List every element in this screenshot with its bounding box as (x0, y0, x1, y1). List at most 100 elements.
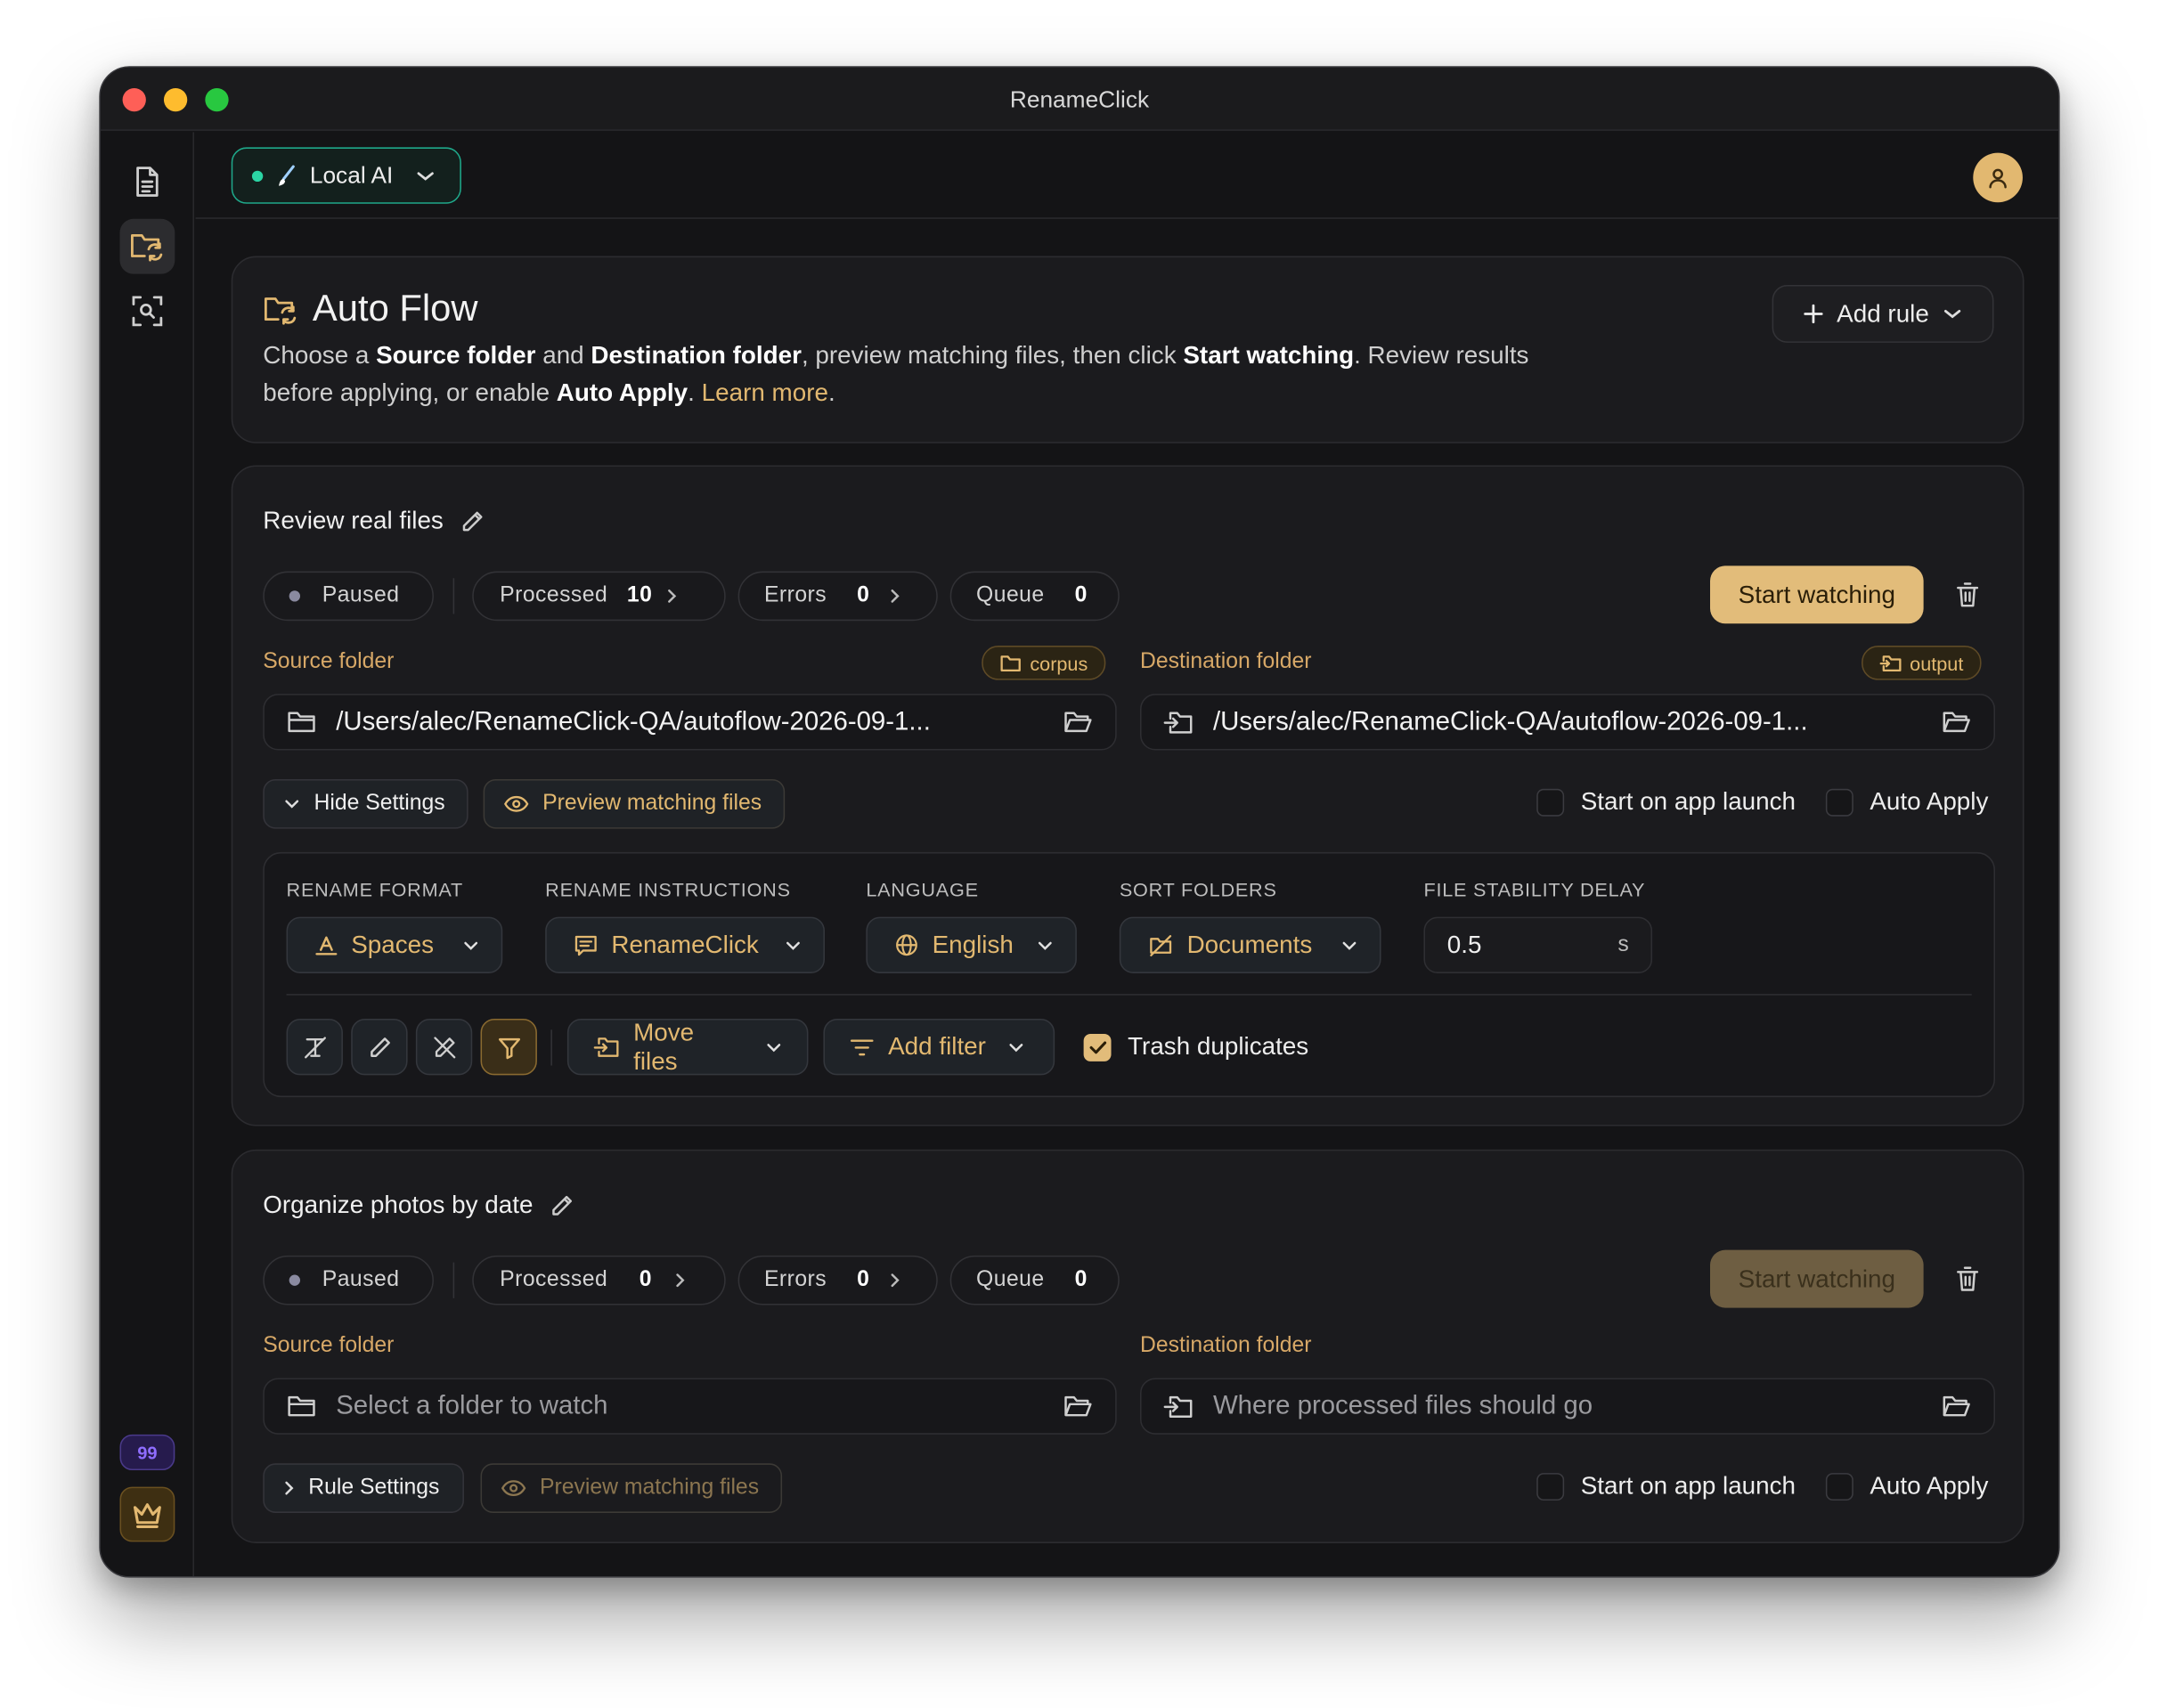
chevron-right-icon (889, 588, 900, 605)
pencil-icon (367, 1035, 392, 1060)
queue-pill: Queue 0 (949, 1255, 1120, 1305)
file-stability-delay-input[interactable]: 0.5 s (1423, 916, 1653, 973)
move-files-dropdown[interactable]: Move files (566, 1018, 809, 1076)
page-title-text: Auto Flow (312, 288, 478, 329)
upgrade-button[interactable] (119, 1486, 175, 1542)
destination-folder-path: /Users/alec/RenameClick-QA/autoflow-2026… (1212, 706, 1808, 736)
title-bar: RenameClick (100, 67, 2059, 131)
chevron-right-icon (674, 1272, 685, 1289)
notification-badge[interactable]: 99 (119, 1434, 175, 1471)
model-selector[interactable]: Local AI (231, 147, 461, 204)
no-rename-toggle[interactable] (286, 1018, 343, 1076)
auto-flow-intro-card: Auto Flow Choose a Source folder and Des… (231, 256, 2025, 443)
folder-open-icon[interactable] (1063, 1394, 1093, 1419)
processed-pill[interactable]: Processed 0 (472, 1255, 726, 1305)
desc-emphasis: Start watching (1183, 341, 1355, 370)
processed-pill[interactable]: Processed 10 (472, 571, 726, 622)
errors-pill[interactable]: Errors 0 (737, 571, 938, 622)
rename-off-icon (302, 1035, 327, 1060)
processed-label: Processed (500, 1267, 608, 1292)
source-folder-field[interactable]: Select a folder to watch (263, 1378, 1117, 1435)
source-tag[interactable]: corpus (982, 646, 1106, 680)
destination-tag[interactable]: output (1862, 646, 1982, 680)
chevron-right-icon (889, 1272, 900, 1289)
edit-pencil-icon[interactable] (550, 1193, 574, 1218)
language-label: LANGUAGE (866, 878, 979, 901)
user-avatar[interactable] (1973, 152, 2023, 203)
auto-apply-checkbox[interactable]: Auto Apply (1825, 787, 1988, 816)
eye-icon (504, 795, 529, 813)
language-dropdown[interactable]: English (866, 916, 1077, 973)
checkbox-box[interactable] (1536, 1472, 1565, 1501)
preview-label: Preview matching files (539, 1476, 760, 1500)
rename-instructions-dropdown[interactable]: RenameClick (545, 916, 825, 973)
folder-slash-icon (1148, 934, 1173, 956)
folder-icon (287, 1394, 317, 1419)
status-label: Paused (322, 1267, 400, 1292)
preview-matching-files-button[interactable]: Preview matching files (480, 1463, 783, 1513)
processed-label: Processed (500, 583, 608, 607)
sort-folders-label: SORT FOLDERS (1119, 878, 1277, 901)
move-files-label: Move files (633, 1018, 695, 1075)
desc-emphasis: Destination folder (591, 341, 802, 370)
errors-pill[interactable]: Errors 0 (737, 1255, 938, 1305)
desc-text: Choose a (263, 341, 377, 370)
rename-toggle[interactable] (351, 1018, 408, 1076)
divider (550, 1029, 552, 1066)
hide-settings-button[interactable]: Hide Settings (263, 778, 468, 829)
destination-tag-label: output (1910, 651, 1964, 674)
trash-duplicates-checkbox[interactable]: Trash duplicates (1083, 1032, 1308, 1061)
add-rule-button[interactable]: Add rule (1772, 285, 1994, 343)
folder-sync-icon (263, 293, 298, 326)
rule-settings-button[interactable]: Rule Settings (263, 1463, 464, 1513)
preview-matching-files-button[interactable]: Preview matching files (483, 778, 786, 829)
rename-instructions-label: RENAME INSTRUCTIONS (545, 878, 791, 901)
trash-icon[interactable] (1951, 578, 1984, 611)
status-label: Paused (322, 583, 400, 607)
source-folder-field[interactable]: /Users/alec/RenameClick-QA/autoflow-2026… (263, 694, 1117, 751)
start-watching-button[interactable]: Start watching (1710, 565, 1924, 624)
folder-icon (287, 710, 317, 735)
document-icon (132, 166, 162, 199)
learn-more-link[interactable]: Learn more (702, 378, 828, 406)
sidebar-item-auto-flow[interactable] (119, 218, 175, 274)
source-folder-path: /Users/alec/RenameClick-QA/autoflow-2026… (336, 706, 931, 736)
folder-sync-icon (129, 230, 165, 263)
destination-folder-field[interactable]: /Users/alec/RenameClick-QA/autoflow-2026… (1140, 694, 1996, 751)
folder-open-icon[interactable] (1942, 1394, 1972, 1419)
source-folder-label: Source folder (263, 1333, 395, 1358)
trash-icon[interactable] (1951, 1263, 1984, 1296)
settings-toggle-label: Hide Settings (314, 791, 445, 816)
start-on-launch-checkbox[interactable]: Start on app launch (1536, 787, 1796, 816)
scan-search-icon (131, 295, 164, 328)
start-on-launch-checkbox[interactable]: Start on app launch (1536, 1472, 1796, 1501)
rename-format-dropdown[interactable]: Spaces (286, 916, 503, 973)
checkbox-box[interactable] (1536, 788, 1565, 816)
globe-icon (895, 933, 918, 956)
add-filter-dropdown[interactable]: Add filter (823, 1018, 1055, 1076)
destination-folder-field[interactable]: Where processed files should go (1140, 1378, 1996, 1435)
checkbox-box[interactable] (1825, 1472, 1853, 1501)
app-window: RenameClick 99 Local AI Auto Flow Choose… (99, 66, 2060, 1578)
sort-folders-dropdown[interactable]: Documents (1119, 916, 1381, 973)
folder-in-icon (1163, 710, 1194, 735)
filter-toggle[interactable] (480, 1018, 537, 1076)
checkbox-checked[interactable] (1083, 1033, 1112, 1061)
auto-apply-checkbox[interactable]: Auto Apply (1825, 1471, 1989, 1501)
start-on-launch-label: Start on app launch (1580, 787, 1796, 816)
delay-value: 0.5 (1446, 931, 1482, 958)
sort-folders-value: Documents (1186, 931, 1313, 958)
sidebar-item-scan[interactable] (119, 283, 175, 338)
no-edit-toggle[interactable] (415, 1018, 473, 1076)
folder-open-icon[interactable] (1063, 710, 1093, 735)
chevron-down-icon (1008, 1041, 1025, 1052)
start-watching-button[interactable]: Start watching (1710, 1249, 1924, 1308)
checkbox-box[interactable] (1825, 788, 1853, 816)
folder-icon (999, 654, 1022, 673)
auto-apply-label: Auto Apply (1870, 1471, 1989, 1500)
divider (452, 1262, 455, 1298)
errors-count: 0 (857, 1267, 870, 1292)
sidebar-item-files[interactable] (119, 154, 175, 209)
folder-open-icon[interactable] (1942, 710, 1972, 735)
edit-pencil-icon[interactable] (460, 508, 485, 533)
